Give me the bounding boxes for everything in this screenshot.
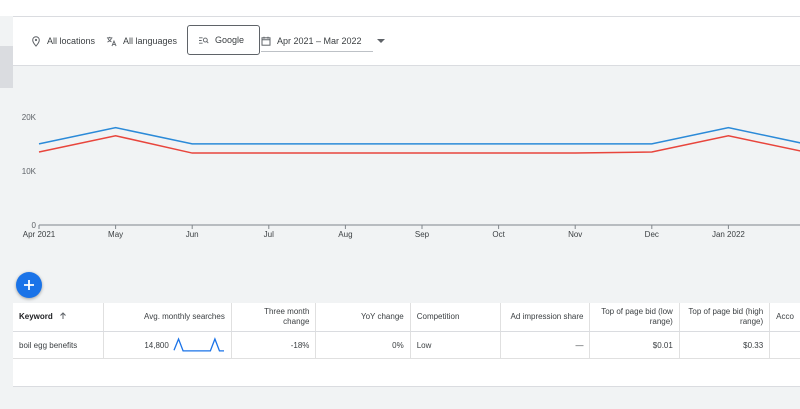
language-filter[interactable]: All languages	[106, 17, 177, 65]
competition-header-label: Competition	[416, 312, 460, 321]
language-filter-label: All languages	[123, 36, 178, 46]
location-pin-icon	[32, 35, 40, 47]
trend-sparkline[interactable]	[173, 336, 225, 354]
location-filter[interactable]: All locations	[31, 17, 95, 65]
avg-searches-cell: 14,800	[103, 331, 232, 359]
x-tick-label: Aug	[338, 230, 352, 239]
location-filter-label: All locations	[47, 36, 96, 46]
x-tick-label: Dec	[645, 230, 659, 239]
yoy-header-label: YoY change	[361, 312, 404, 321]
date-range-underline	[261, 51, 373, 52]
ad-impression-share-cell: —	[500, 331, 591, 359]
top-bid-low-cell: $0.01	[589, 331, 680, 359]
competition-cell: Low	[410, 331, 501, 359]
column-header-keyword[interactable]: Keyword	[13, 303, 104, 332]
account-cell	[769, 331, 800, 359]
calendar-icon	[261, 36, 271, 46]
y-tick-label: 20K	[22, 113, 37, 122]
keyword-cell[interactable]: boil egg benefits	[13, 331, 104, 359]
low-bid-header-label: Top of page bid (low range)	[601, 307, 673, 326]
date-range-filter[interactable]: Apr 2021 – Mar 2022	[261, 17, 386, 65]
translate-icon	[106, 36, 117, 46]
x-tick-label: Jan 2022	[712, 230, 745, 239]
sort-ascending-icon[interactable]	[59, 312, 67, 320]
account-header-label: Acco	[776, 312, 794, 321]
high-bid-header-label: Top of page bid (high range)	[688, 307, 764, 326]
x-tick-label: Apr 2021	[23, 230, 56, 239]
keyword-table-panel: Keyword Avg. monthly searches Three mont…	[13, 303, 800, 387]
bottom-area	[13, 387, 800, 409]
y-tick-label: 10K	[22, 167, 37, 176]
three-month-change-cell: -18%	[231, 331, 317, 359]
x-tick-label: Jun	[186, 230, 199, 239]
sparkline-line	[173, 337, 224, 352]
line-chart-svg: 20K 10K 0Apr 2021 May Jun Jul Aug Sep Oct Nov Dec J…	[22, 113, 800, 239]
plus-icon	[24, 280, 34, 290]
three-month-header-label: Three month change	[264, 307, 310, 326]
search-network-icon	[199, 36, 209, 44]
y-tick-label: 0	[32, 221, 37, 230]
top-strip	[0, 0, 800, 17]
keyword-header-label: Keyword	[19, 312, 53, 321]
x-tick-label: Nov	[568, 230, 582, 239]
network-filter-label: Google	[215, 35, 245, 45]
table-row[interactable]: boil egg benefits 14,800 -18% 0% Low — $…	[13, 331, 800, 359]
add-keyword-button[interactable]	[16, 272, 42, 298]
left-scroll-gutter	[0, 16, 13, 409]
column-header-yoy-change[interactable]: YoY change	[315, 303, 411, 332]
keyword-table: Keyword Avg. monthly searches Three mont…	[13, 303, 800, 359]
scrollbar-thumb[interactable]	[0, 46, 13, 88]
series-line-0[interactable]	[38, 126, 800, 145]
column-header-top-bid-high[interactable]: Top of page bid (high range)	[679, 303, 771, 332]
table-header-row: Keyword Avg. monthly searches Three mont…	[13, 303, 800, 332]
x-tick-label: May	[108, 230, 123, 239]
column-header-ad-impression-share[interactable]: Ad impression share	[500, 303, 591, 332]
column-header-three-month-change[interactable]: Three month change	[231, 303, 317, 332]
x-tick-label: Sep	[415, 230, 430, 239]
column-header-competition[interactable]: Competition	[410, 303, 501, 332]
filter-bar: All locations All languages Google Apr 2…	[13, 17, 800, 66]
network-filter[interactable]: Google	[187, 25, 260, 55]
date-range-label: Apr 2021 – Mar 2022	[277, 36, 362, 46]
search-volume-chart: 20K 10K 0 Apr 2021 May Jun Jul Aug Sep Oct Nov Dec J…	[13, 66, 800, 268]
column-header-account[interactable]: Acco	[769, 303, 800, 332]
x-tick-label: Oct	[492, 230, 505, 239]
dropdown-arrow-icon[interactable]	[376, 38, 386, 44]
column-header-top-bid-low[interactable]: Top of page bid (low range)	[589, 303, 680, 332]
avg-searches-value: 14,800	[144, 340, 169, 350]
impression-header-label: Ad impression share	[510, 312, 584, 321]
avg-header-label: Avg. monthly searches	[144, 312, 225, 321]
x-tick-label: Jul	[264, 230, 274, 239]
column-header-avg-monthly-searches[interactable]: Avg. monthly searches	[103, 303, 232, 332]
top-bid-high-cell: $0.33	[679, 331, 771, 359]
yoy-change-cell: 0%	[315, 331, 411, 359]
